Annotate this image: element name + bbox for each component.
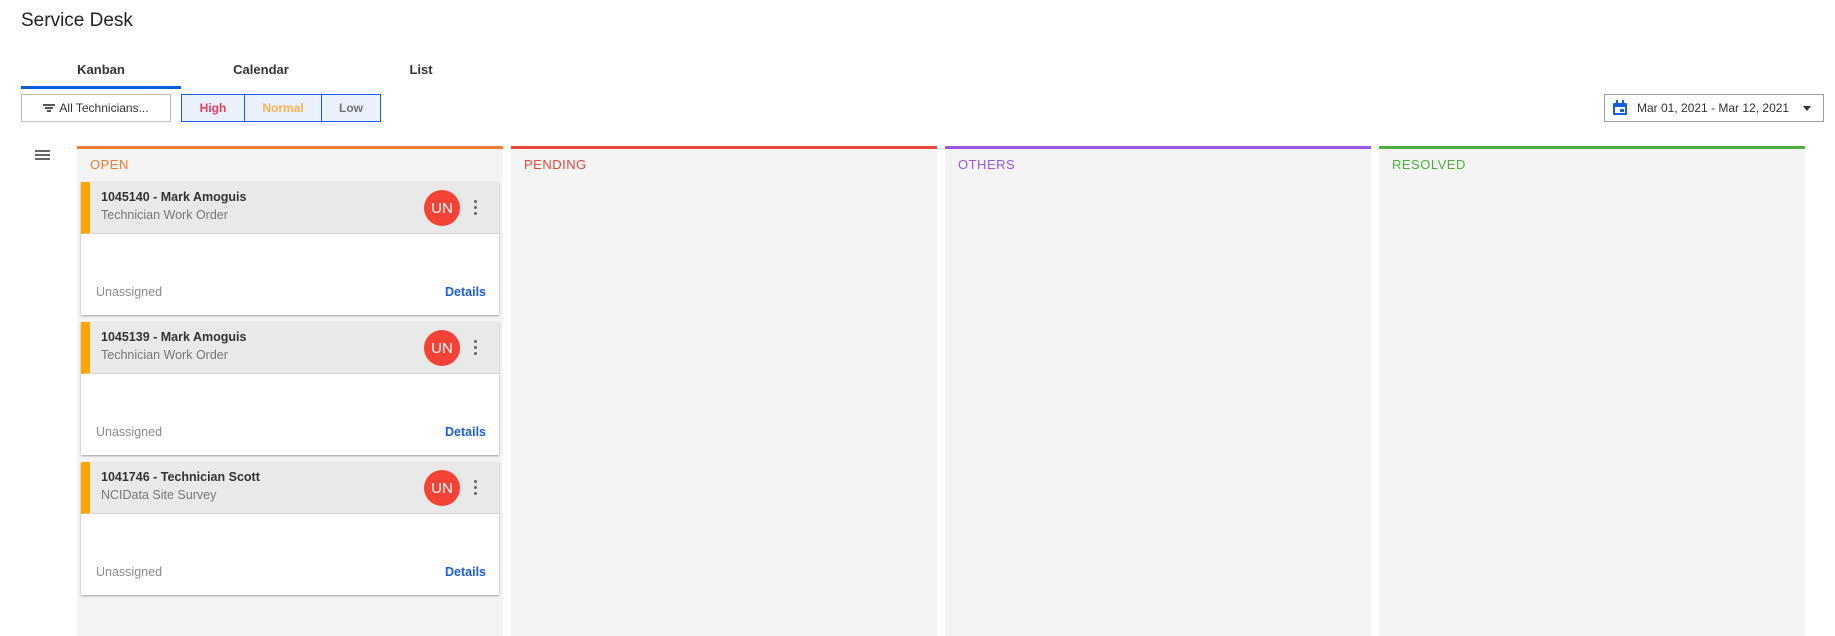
more-options-icon[interactable] xyxy=(470,338,480,358)
date-range-picker[interactable]: Mar 01, 2021 - Mar 12, 2021 xyxy=(1604,94,1824,122)
priority-high-button[interactable]: High xyxy=(182,95,245,121)
avatar: UN xyxy=(424,330,460,366)
priority-low-button[interactable]: Low xyxy=(322,95,380,121)
column-resolved: RESOLVED xyxy=(1379,146,1805,636)
card-header: 1041746 - Technician Scott NCIData Site … xyxy=(81,462,499,514)
assignee-label: Unassigned xyxy=(96,285,163,299)
column-title: OTHERS xyxy=(958,157,1016,172)
ticket-title: 1041746 - Technician Scott xyxy=(101,470,260,484)
more-options-icon[interactable] xyxy=(470,198,480,218)
technicians-filter-button[interactable]: All Technicians... xyxy=(21,94,171,122)
more-options-icon[interactable] xyxy=(470,478,480,498)
details-link[interactable]: Details xyxy=(445,425,486,439)
ticket-type: Technician Work Order xyxy=(101,348,228,362)
column-title: PENDING xyxy=(524,157,587,172)
card-header: 1045139 - Mark Amoguis Technician Work O… xyxy=(81,322,499,374)
avatar: UN xyxy=(424,470,460,506)
page-title: Service Desk xyxy=(21,10,133,31)
ticket-type: NCIData Site Survey xyxy=(101,488,217,502)
assignee-label: Unassigned xyxy=(96,425,163,439)
details-link[interactable]: Details xyxy=(445,285,486,299)
column-title: RESOLVED xyxy=(1392,157,1466,172)
filter-icon xyxy=(43,104,56,112)
date-range-label: Mar 01, 2021 - Mar 12, 2021 xyxy=(1637,101,1790,115)
column-title: OPEN xyxy=(90,157,129,172)
ticket-card[interactable]: 1041746 - Technician Scott NCIData Site … xyxy=(81,462,499,595)
tab-kanban[interactable]: Kanban xyxy=(21,56,181,89)
assignee-label: Unassigned xyxy=(96,565,163,579)
ticket-card[interactable]: 1045139 - Mark Amoguis Technician Work O… xyxy=(81,322,499,455)
view-tabs: Kanban Calendar List xyxy=(21,56,501,89)
ticket-type: Technician Work Order xyxy=(101,208,228,222)
tab-calendar[interactable]: Calendar xyxy=(181,56,341,89)
ticket-title: 1045139 - Mark Amoguis xyxy=(101,330,247,344)
ticket-title: 1045140 - Mark Amoguis xyxy=(101,190,247,204)
card-header: 1045140 - Mark Amoguis Technician Work O… xyxy=(81,182,499,234)
column-pending: PENDING xyxy=(511,146,937,636)
column-others: OTHERS xyxy=(945,146,1371,636)
priority-normal-button[interactable]: Normal xyxy=(245,95,322,121)
tab-list[interactable]: List xyxy=(341,56,501,89)
menu-icon[interactable] xyxy=(35,150,50,160)
calendar-icon xyxy=(1612,100,1628,116)
technicians-filter-label: All Technicians... xyxy=(59,101,149,115)
chevron-down-icon xyxy=(1803,105,1811,111)
details-link[interactable]: Details xyxy=(445,565,486,579)
avatar: UN xyxy=(424,190,460,226)
ticket-card[interactable]: 1045140 - Mark Amoguis Technician Work O… xyxy=(81,182,499,315)
priority-filter-group: High Normal Low xyxy=(181,94,381,122)
column-open: OPEN 1045140 - Mark Amoguis Technician W… xyxy=(77,146,503,636)
